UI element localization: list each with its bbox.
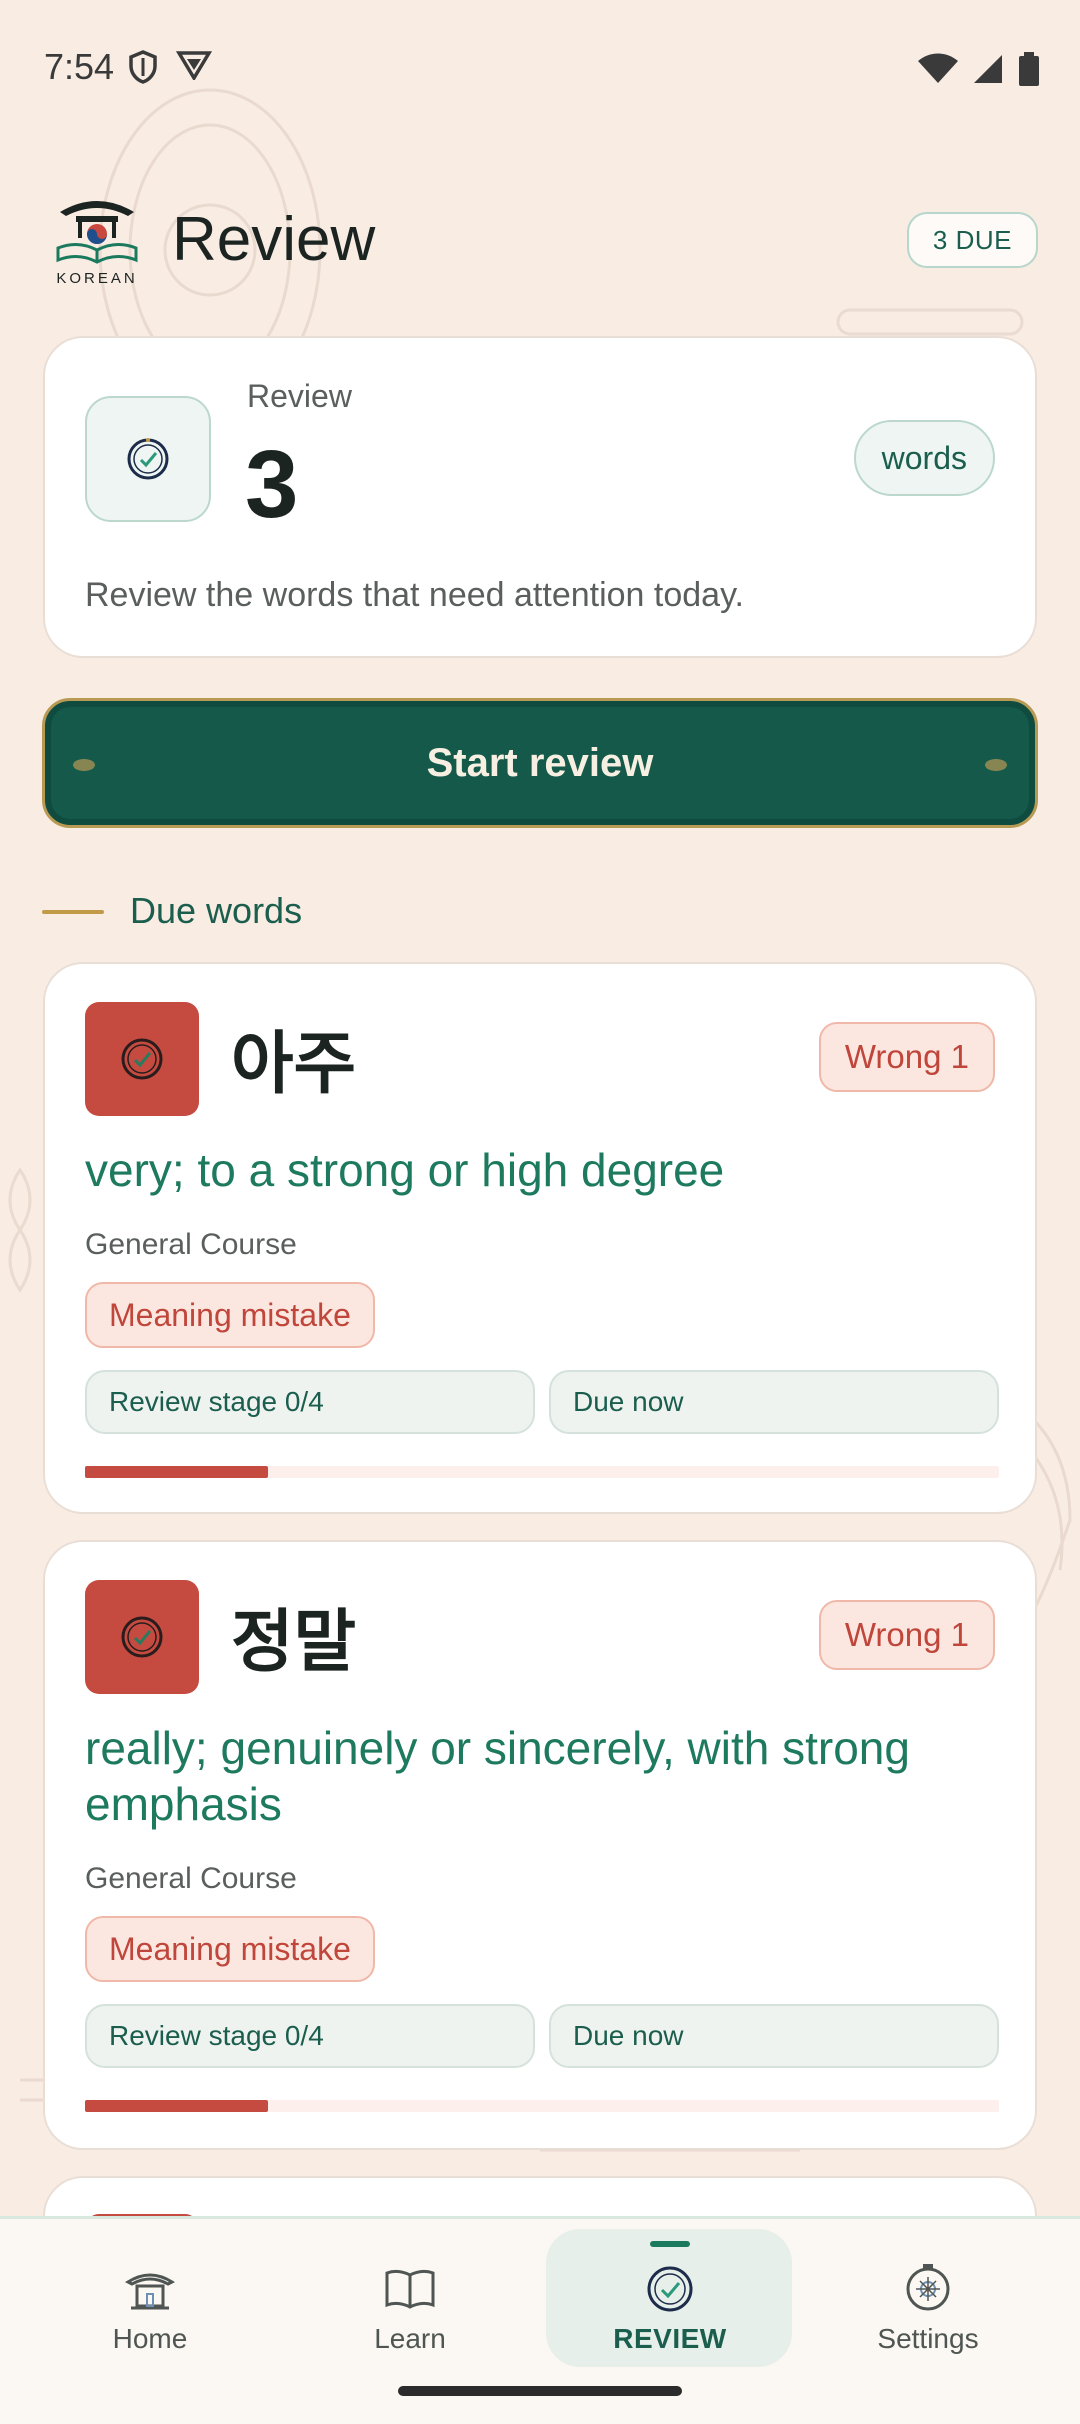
review-summary-card: Review 3 words Review the words that nee… (43, 336, 1037, 658)
logo-text: KOREAN (56, 270, 138, 287)
summary-description: Review the words that need attention tod… (85, 576, 744, 614)
nav-item-home[interactable]: Home (80, 2219, 220, 2424)
review-stage-chip: Review stage 0/4 (85, 1370, 535, 1434)
open-book-icon (385, 2269, 435, 2309)
status-time: 7:54 (44, 46, 115, 87)
word-course: General Course (85, 1228, 297, 1261)
cellular-signal-icon (974, 55, 1002, 83)
review-progress-fill (85, 1466, 268, 1478)
home-indicator[interactable] (398, 2386, 682, 2396)
summary-count: 3 (245, 431, 299, 538)
words-unit-chip: words (853, 420, 995, 496)
app-header: KOREAN Review 3 DUE (0, 190, 1080, 300)
section-title: Due words (130, 890, 303, 931)
due-count-badge: 3 DUE (906, 212, 1038, 268)
review-progress-fill (85, 2100, 268, 2112)
app-logo: KOREAN (50, 190, 144, 290)
review-check-medallion-icon (127, 438, 169, 480)
review-progress-bar (85, 1466, 999, 1478)
word-status-icon-box (85, 1580, 199, 1694)
review-progress-bar (85, 2100, 999, 2112)
due-word-card[interactable]: 정말 Wrong 1 really; genuinely or sincerel… (43, 1540, 1037, 2150)
review-check-medallion-icon (121, 1038, 163, 1080)
word-course: General Course (85, 1862, 297, 1895)
page-title: Review (172, 205, 376, 274)
due-status-chip: Due now (549, 2004, 999, 2068)
review-summary-icon-box (85, 396, 211, 522)
nav-label-settings: Settings (877, 2323, 979, 2354)
review-check-medallion-icon (121, 1616, 163, 1658)
nav-item-settings[interactable]: Settings (858, 2219, 998, 2424)
word-korean: 정말 (231, 1604, 357, 1680)
start-review-button[interactable]: Start review (42, 698, 1038, 828)
mistake-type-chip: Meaning mistake (85, 1916, 375, 1982)
settings-medallion-icon (906, 2264, 950, 2311)
review-check-medallion-icon (647, 2266, 693, 2312)
button-ornament-left (73, 759, 95, 771)
shield-icon (129, 50, 157, 84)
nav-label-review: REVIEW (613, 2323, 727, 2354)
start-review-label: Start review (426, 740, 654, 785)
summary-label: Review (247, 378, 352, 414)
word-status-icon-box (85, 1002, 199, 1116)
hanok-home-icon (125, 2273, 175, 2310)
status-left-icons (128, 50, 212, 84)
wrong-count-badge: Wrong 1 (818, 1022, 995, 1092)
battery-icon (1019, 52, 1039, 86)
nav-label-learn: Learn (374, 2323, 446, 2354)
review-stage-chip: Review stage 0/4 (85, 2004, 535, 2068)
word-meaning: really; genuinely or sincerely, with str… (85, 1722, 910, 1830)
due-word-card[interactable]: 아주 Wrong 1 very; to a strong or high deg… (43, 962, 1037, 1514)
status-bar: 7:54 (0, 0, 1080, 140)
wifi-icon (918, 53, 958, 83)
due-status-chip: Due now (549, 1370, 999, 1434)
button-ornament-right (985, 759, 1007, 771)
hanok-book-logo-icon (56, 201, 138, 264)
status-right-icons (918, 52, 1040, 86)
browser-shield-icon (176, 51, 212, 80)
word-korean: 아주 (231, 1026, 357, 1102)
section-accent-line (42, 910, 104, 914)
word-meaning: very; to a strong or high degree (85, 1144, 725, 1196)
nav-label-home: Home (112, 2323, 188, 2354)
wrong-count-badge: Wrong 1 (818, 1600, 995, 1670)
mistake-type-chip: Meaning mistake (85, 1282, 375, 1348)
